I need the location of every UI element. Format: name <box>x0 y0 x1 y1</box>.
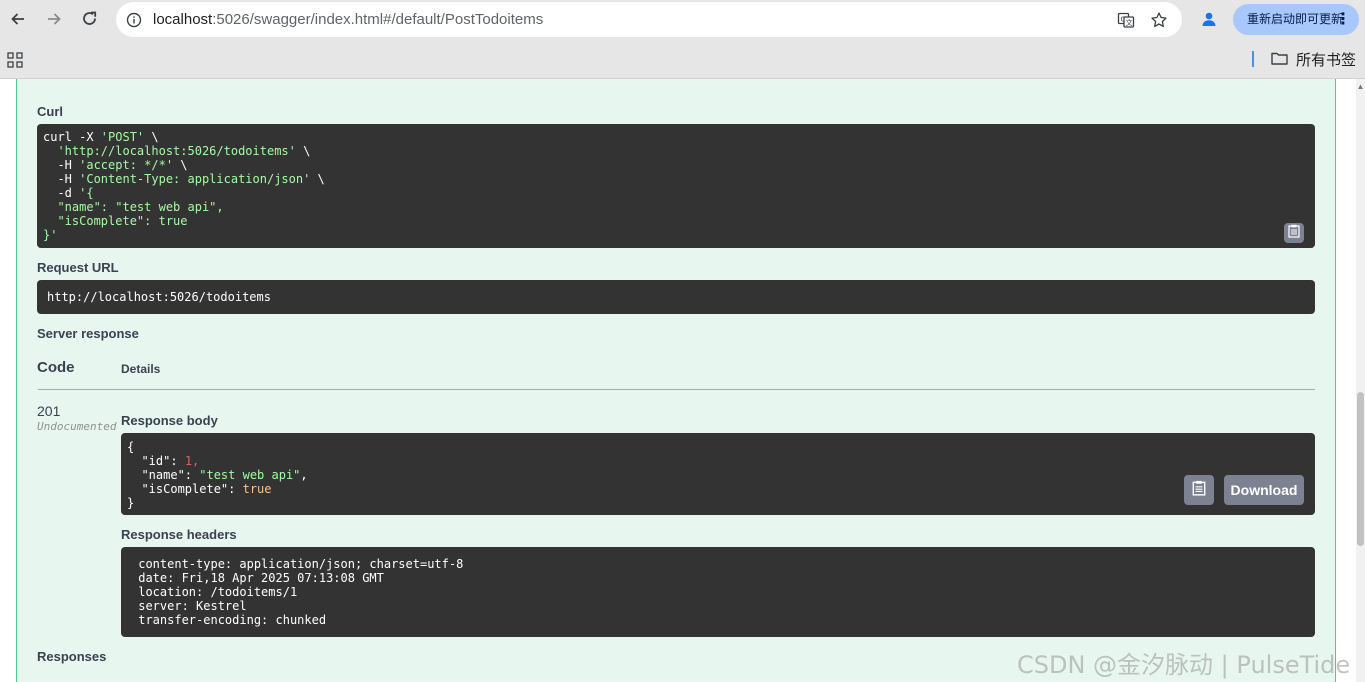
reload-icon[interactable] <box>76 5 104 33</box>
header-line: date: Fri,18 Apr 2025 07:13:08 GMT <box>131 571 384 585</box>
response-body-label: Response body <box>121 413 218 428</box>
address-bar[interactable]: localhost:5026/swagger/index.html#/defau… <box>116 2 1182 37</box>
profile-icon[interactable] <box>1196 6 1222 32</box>
site-info-icon[interactable] <box>124 10 144 30</box>
page-scrollbar[interactable]: ▲ <box>1356 79 1365 682</box>
url-host: localhost <box>153 11 213 28</box>
scroll-thumb[interactable] <box>1357 392 1364 546</box>
bookmarks-bar: 所有书签 <box>0 40 1365 79</box>
curl-code-block: curl -X 'POST' \ 'http://localhost:5026/… <box>37 124 1315 248</box>
response-headers-label: Response headers <box>121 527 237 542</box>
back-icon[interactable] <box>4 5 32 33</box>
status-code: 201 <box>37 403 61 419</box>
update-button-label: 重新启动即可更新 <box>1247 12 1344 26</box>
bookmarks-separator <box>1252 51 1254 67</box>
watermark: CSDN @金汐脉动 | PulseTide <box>1017 651 1351 679</box>
copy-curl-button[interactable] <box>1284 223 1304 243</box>
header-line: location: /todoitems/1 <box>131 585 298 599</box>
request-url-label: Request URL <box>37 260 119 275</box>
url-path: :5026/swagger/index.html#/default/PostTo… <box>212 11 544 28</box>
all-bookmarks-button[interactable]: 所有书签 <box>1271 49 1356 70</box>
url-text[interactable]: localhost:5026/swagger/index.html#/defau… <box>153 11 543 28</box>
response-body-code: { "id": 1, "name": "test web api", "isCo… <box>121 433 1315 515</box>
apps-icon[interactable] <box>7 52 23 73</box>
all-bookmarks-label: 所有书签 <box>1296 52 1357 69</box>
download-button[interactable]: Download <box>1224 475 1304 505</box>
star-icon[interactable] <box>1149 10 1169 30</box>
curl-label: Curl <box>37 104 63 119</box>
more-icon[interactable]: ⋮ <box>1335 4 1351 35</box>
copy-icon <box>1191 480 1207 501</box>
response-headers-code: content-type: application/json; charset=… <box>121 547 1315 637</box>
forward-icon[interactable] <box>40 5 68 33</box>
server-response-label: Server response <box>37 326 139 341</box>
header-divider <box>38 389 1315 390</box>
svg-text:文: 文 <box>1126 18 1133 27</box>
status-note: Undocumented <box>37 420 117 433</box>
code-column-header: Code <box>37 359 75 376</box>
folder-icon <box>1271 51 1288 69</box>
scroll-up-icon[interactable]: ▲ <box>1356 82 1365 91</box>
header-line: server: Kestrel <box>131 599 247 613</box>
details-column-header: Details <box>121 362 161 376</box>
responses-label: Responses <box>37 649 107 664</box>
header-line: transfer-encoding: chunked <box>131 613 327 627</box>
header-line: content-type: application/json; charset=… <box>131 557 464 571</box>
update-button[interactable]: 重新启动即可更新 ⋮ <box>1233 4 1359 35</box>
swagger-page: Curl curl -X 'POST' \ 'http://localhost:… <box>0 79 1356 682</box>
request-url-value: http://localhost:5026/todoitems <box>37 280 1315 314</box>
post-operation-block: Curl curl -X 'POST' \ 'http://localhost:… <box>16 79 1336 682</box>
copy-icon <box>1287 224 1301 243</box>
browser-toolbar: localhost:5026/swagger/index.html#/defau… <box>0 0 1365 40</box>
translate-icon[interactable]: G文 <box>1116 10 1136 30</box>
copy-response-button[interactable] <box>1184 475 1214 505</box>
